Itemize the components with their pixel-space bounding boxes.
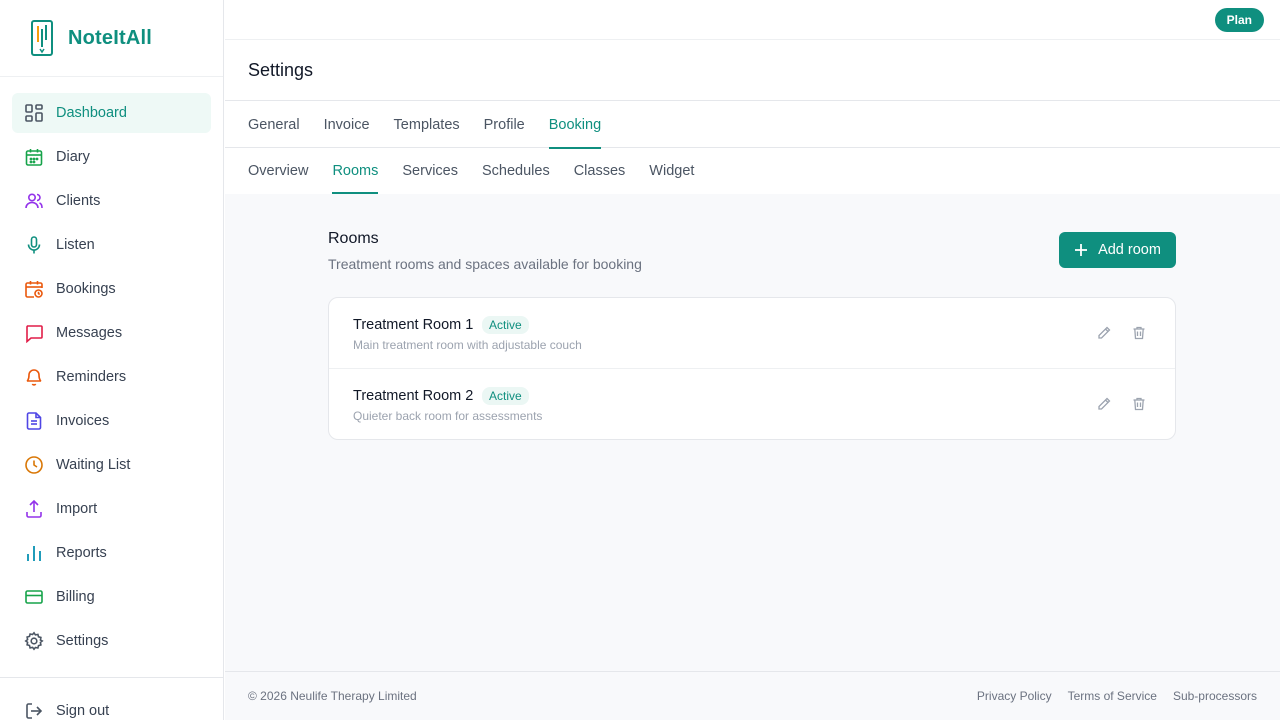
calendar-icon <box>25 149 43 166</box>
sign-out-button[interactable]: Sign out <box>24 701 109 720</box>
brand-name: NoteItAll <box>68 26 153 49</box>
section-subtitle: Treatment rooms and spaces available for… <box>328 256 642 272</box>
sidebar-item-clients[interactable]: Clients <box>12 181 211 221</box>
tab-booking[interactable]: Booking <box>548 101 602 149</box>
edit-button[interactable] <box>1096 325 1112 341</box>
sidebar-item-label: Import <box>56 501 98 517</box>
upload-icon <box>26 499 42 518</box>
list-item[interactable]: Treatment Room 1 Active Main treatment r… <box>329 298 1175 369</box>
subtab-overview[interactable]: Overview <box>248 148 308 194</box>
sidebar-item-bookings[interactable]: Bookings <box>12 269 211 309</box>
terms-of-service-link[interactable]: Terms of Service <box>1068 689 1157 703</box>
tab-profile[interactable]: Profile <box>484 101 525 148</box>
sidebar-item-reminders[interactable]: Reminders <box>12 357 211 397</box>
booking-subtabs: Overview Rooms Services Schedules Classe… <box>225 148 1280 194</box>
sidebar-item-invoices[interactable]: Invoices <box>12 401 211 441</box>
status-badge: Active <box>482 387 529 405</box>
list-item[interactable]: Treatment Room 2 Active Quieter back roo… <box>329 369 1175 439</box>
sidebar-item-settings[interactable]: Settings <box>12 621 211 661</box>
trash-icon <box>1133 326 1145 340</box>
calendar-clock-icon <box>25 281 43 298</box>
sidebar-item-label: Clients <box>56 193 101 209</box>
room-description: Quieter back room for assessments <box>353 409 543 423</box>
sidebar-item-label: Listen <box>56 237 95 253</box>
add-room-button[interactable]: Add room <box>1059 232 1176 268</box>
copyright: © 2026 Neulife Therapy Limited <box>248 689 417 703</box>
row-actions <box>1077 325 1147 341</box>
sidebar-item-import[interactable]: Import <box>12 489 211 529</box>
gear-icon <box>24 631 44 651</box>
pencil-icon <box>1098 397 1111 410</box>
room-description: Main treatment room with adjustable couc… <box>353 338 582 352</box>
tab-general[interactable]: General <box>248 101 300 148</box>
sidebar-item-label: Settings <box>56 633 109 649</box>
sidebar-item-label: Waiting List <box>56 457 131 473</box>
dashboard-icon <box>25 104 43 122</box>
credit-card-icon <box>25 590 43 604</box>
subtab-services[interactable]: Services <box>402 148 458 194</box>
page-title: Settings <box>248 59 314 80</box>
users-icon <box>25 193 43 209</box>
pencil-icon <box>1098 326 1111 339</box>
sign-out-label: Sign out <box>56 703 110 719</box>
status-badge: Active <box>482 316 529 334</box>
sidebar-item-label: Reports <box>56 545 107 561</box>
content-area: Rooms Treatment rooms and spaces availab… <box>225 194 1280 671</box>
subtab-classes[interactable]: Classes <box>574 148 626 194</box>
clock-icon <box>25 456 43 474</box>
delete-button[interactable] <box>1131 325 1147 341</box>
sidebar-item-label: Invoices <box>56 413 110 429</box>
section-title: Rooms <box>328 230 379 247</box>
sidebar-item-label: Bookings <box>56 281 116 297</box>
add-room-label: Add room <box>1098 242 1161 258</box>
logo-icon <box>31 20 53 56</box>
rooms-list: Treatment Room 1 Active Main treatment r… <box>328 297 1176 440</box>
sidebar-divider <box>0 677 223 678</box>
sidebar-item-label: Dashboard <box>56 105 127 121</box>
bar-chart-icon <box>27 546 41 561</box>
tab-invoice[interactable]: Invoice <box>324 101 370 148</box>
sidebar-nav: Dashboard Diary Clients Listen Bookings … <box>12 93 211 665</box>
subtab-rooms[interactable]: Rooms <box>332 148 378 194</box>
topbar: Plan <box>225 0 1280 40</box>
settings-tabs: General Invoice Templates Profile Bookin… <box>225 101 1280 149</box>
tab-templates[interactable]: Templates <box>394 101 460 148</box>
sidebar-item-reports[interactable]: Reports <box>12 533 211 573</box>
bell-icon <box>26 369 42 386</box>
plus-icon <box>1075 244 1088 256</box>
sub-processors-link[interactable]: Sub-processors <box>1173 689 1257 703</box>
brand[interactable]: NoteItAll <box>0 0 223 77</box>
footer: © 2026 Neulife Therapy Limited Privacy P… <box>225 671 1280 720</box>
sidebar: NoteItAll Dashboard Diary Clients Listen… <box>0 0 224 720</box>
sidebar-item-label: Messages <box>56 325 123 341</box>
sidebar-item-waiting-list[interactable]: Waiting List <box>12 445 211 485</box>
sidebar-item-dashboard[interactable]: Dashboard <box>12 93 211 133</box>
sign-out-icon <box>26 703 43 719</box>
sidebar-item-listen[interactable]: Listen <box>12 225 211 265</box>
delete-button[interactable] <box>1131 396 1147 412</box>
room-name: Treatment Room 1 <box>353 317 474 333</box>
plan-button[interactable]: Plan <box>1214 8 1264 32</box>
sidebar-item-messages[interactable]: Messages <box>12 313 211 353</box>
sidebar-item-label: Reminders <box>56 369 127 385</box>
sidebar-item-diary[interactable]: Diary <box>12 137 211 177</box>
main: Plan Settings General Invoice Templates … <box>225 0 1280 720</box>
row-actions <box>1077 396 1147 412</box>
sidebar-item-label: Billing <box>56 589 95 605</box>
footer-links: Privacy Policy Terms of Service Sub-proc… <box>961 689 1257 703</box>
page-header: Settings <box>225 40 1280 101</box>
microphone-icon <box>27 236 41 254</box>
trash-icon <box>1133 397 1145 411</box>
subtab-schedules[interactable]: Schedules <box>482 148 550 194</box>
document-icon <box>26 412 42 430</box>
sidebar-item-billing[interactable]: Billing <box>12 577 211 617</box>
edit-button[interactable] <box>1096 396 1112 412</box>
sidebar-item-label: Diary <box>56 149 90 165</box>
subtab-widget[interactable]: Widget <box>649 148 694 194</box>
privacy-policy-link[interactable]: Privacy Policy <box>977 689 1052 703</box>
message-icon <box>26 325 43 343</box>
room-name: Treatment Room 2 <box>353 388 474 404</box>
